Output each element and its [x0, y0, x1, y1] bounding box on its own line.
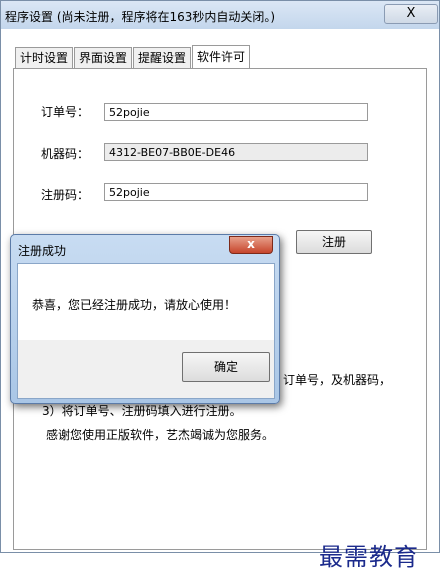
registration-success-dialog: 注册成功 x 恭喜，您已经注册成功，请放心使用！ 确定 [10, 234, 280, 404]
registration-code-label: 注册码： [41, 188, 90, 202]
ok-button[interactable]: 确定 [182, 352, 270, 382]
thanks-text: 感谢您使用正版软件，艺杰竭诚为您服务。 [46, 428, 275, 442]
order-number-field[interactable]: 52pojie [104, 103, 368, 121]
instruction-line-partial: 订单号，及机器码， [283, 373, 392, 387]
registration-code-field[interactable]: 52pojie [104, 183, 368, 201]
tab-interface-settings[interactable]: 界面设置 [74, 47, 133, 68]
tab-strip: 计时设置 界面设置 提醒设置 软件许可 [15, 45, 251, 69]
window-title: 程序设置 (尚未注册，程序将在163秒内自动关闭。) [5, 10, 276, 24]
watermark-logo: 最需教育 [319, 543, 419, 571]
tab-software-license[interactable]: 软件许可 [192, 45, 251, 68]
order-number-label: 订单号： [41, 105, 90, 119]
dialog-close-button[interactable]: x [229, 236, 273, 254]
machine-code-label: 机器码： [41, 147, 90, 161]
window-titlebar: 程序设置 (尚未注册，程序将在163秒内自动关闭。) X [1, 1, 439, 29]
dialog-message: 恭喜，您已经注册成功，请放心使用！ [32, 298, 237, 312]
instruction-line-3: 3）将订单号、注册码填入进行注册。 [42, 404, 242, 418]
tab-timer-settings[interactable]: 计时设置 [15, 47, 74, 68]
window-close-button[interactable]: X [384, 4, 438, 24]
dialog-content: 恭喜，您已经注册成功，请放心使用！ 确定 [17, 263, 275, 399]
dialog-title: 注册成功 [18, 244, 67, 258]
dialog-footer: 确定 [18, 340, 274, 398]
tab-reminder-settings[interactable]: 提醒设置 [133, 47, 192, 68]
machine-code-field: 4312-BE07-BB0E-DE46 [104, 143, 368, 161]
register-button[interactable]: 注册 [296, 230, 372, 254]
